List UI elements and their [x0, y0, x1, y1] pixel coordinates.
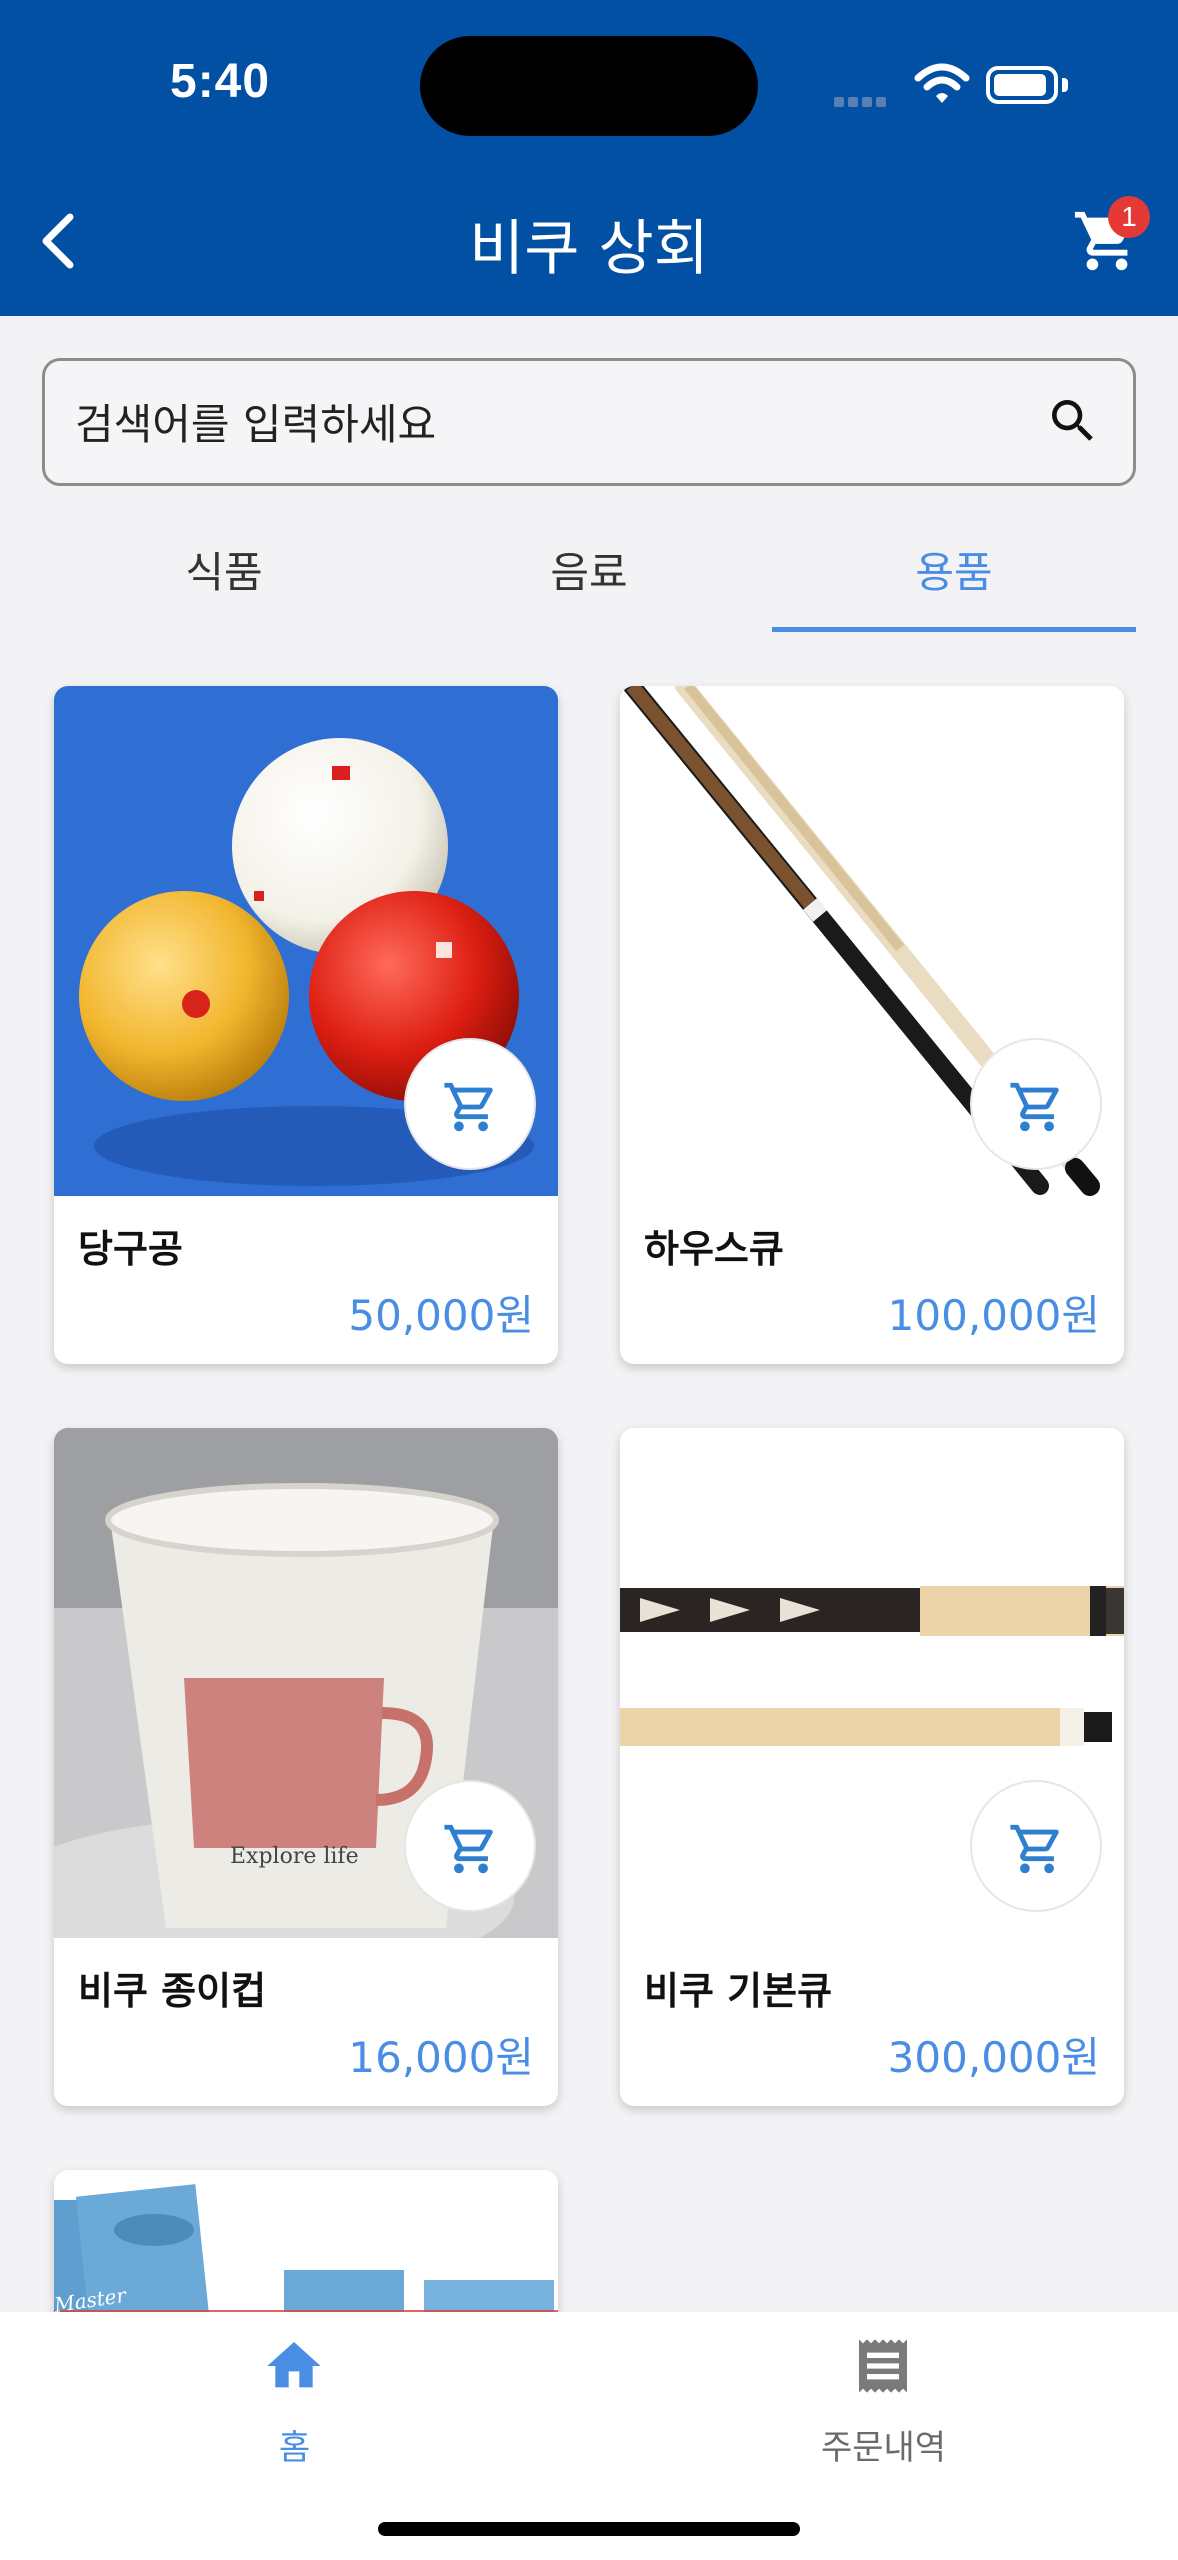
tab-drinks[interactable]: 음료 [407, 528, 771, 632]
product-name: 비쿠 종이컵 [78, 1969, 267, 2013]
add-to-cart-button[interactable] [970, 1780, 1102, 1912]
product-card[interactable]: 하우스큐 100,000원 [620, 686, 1124, 1364]
home-icon [267, 2342, 321, 2388]
tab-food[interactable]: 식품 [42, 528, 406, 632]
add-to-cart-button[interactable] [404, 1038, 536, 1170]
cart-icon [444, 1824, 493, 1874]
dynamic-island [420, 36, 758, 136]
cart-icon [1010, 1824, 1059, 1874]
cart-icon [1010, 1082, 1059, 1132]
receipt-icon [859, 2339, 907, 2393]
product-name: 하우스큐 [644, 1227, 784, 1271]
search-icon[interactable] [1045, 393, 1101, 449]
product-name: 당구공 [78, 1227, 183, 1271]
page-title: 비쿠 상회 [469, 214, 709, 284]
product-card[interactable]: 비쿠 기본큐 300,000원 [620, 1428, 1124, 2106]
nav-orders[interactable]: 주문내역 [589, 2334, 1178, 2468]
cup-print-text: Explore life [230, 1844, 359, 1869]
search-bar [42, 358, 1136, 486]
add-to-cart-button[interactable] [404, 1780, 536, 1912]
product-card[interactable]: Explore life 비쿠 종이컵 16,000원 [54, 1428, 558, 2106]
nav-orders-label: 주문내역 [820, 2428, 947, 2468]
product-card[interactable]: 당구공 50,000원 [54, 686, 558, 1364]
status-time: 5:40 [170, 55, 271, 108]
nav-home-label: 홈 [278, 2428, 311, 2468]
wifi-icon [914, 63, 970, 103]
product-price: 50,000원 [348, 1291, 534, 1340]
app-header: 5:40 비쿠 상회 1 [0, 0, 1178, 316]
home-indicator [378, 2522, 800, 2536]
product-price: 16,000원 [348, 2033, 534, 2082]
cart-icon [444, 1082, 493, 1132]
product-price: 300,000원 [887, 2033, 1100, 2082]
nav-home[interactable]: 홈 [0, 2334, 589, 2468]
add-to-cart-button[interactable] [970, 1038, 1102, 1170]
status-icons [830, 62, 1090, 112]
category-tabs: 식품 음료 용품 [42, 528, 1136, 632]
product-name: 비쿠 기본큐 [644, 1969, 833, 2013]
product-price: 100,000원 [887, 1291, 1100, 1340]
cart-count-badge: 1 [1108, 196, 1150, 238]
search-input[interactable] [75, 389, 975, 459]
battery-icon [986, 66, 1058, 104]
tab-supplies[interactable]: 용품 [772, 528, 1136, 632]
signal-icon [834, 92, 894, 107]
